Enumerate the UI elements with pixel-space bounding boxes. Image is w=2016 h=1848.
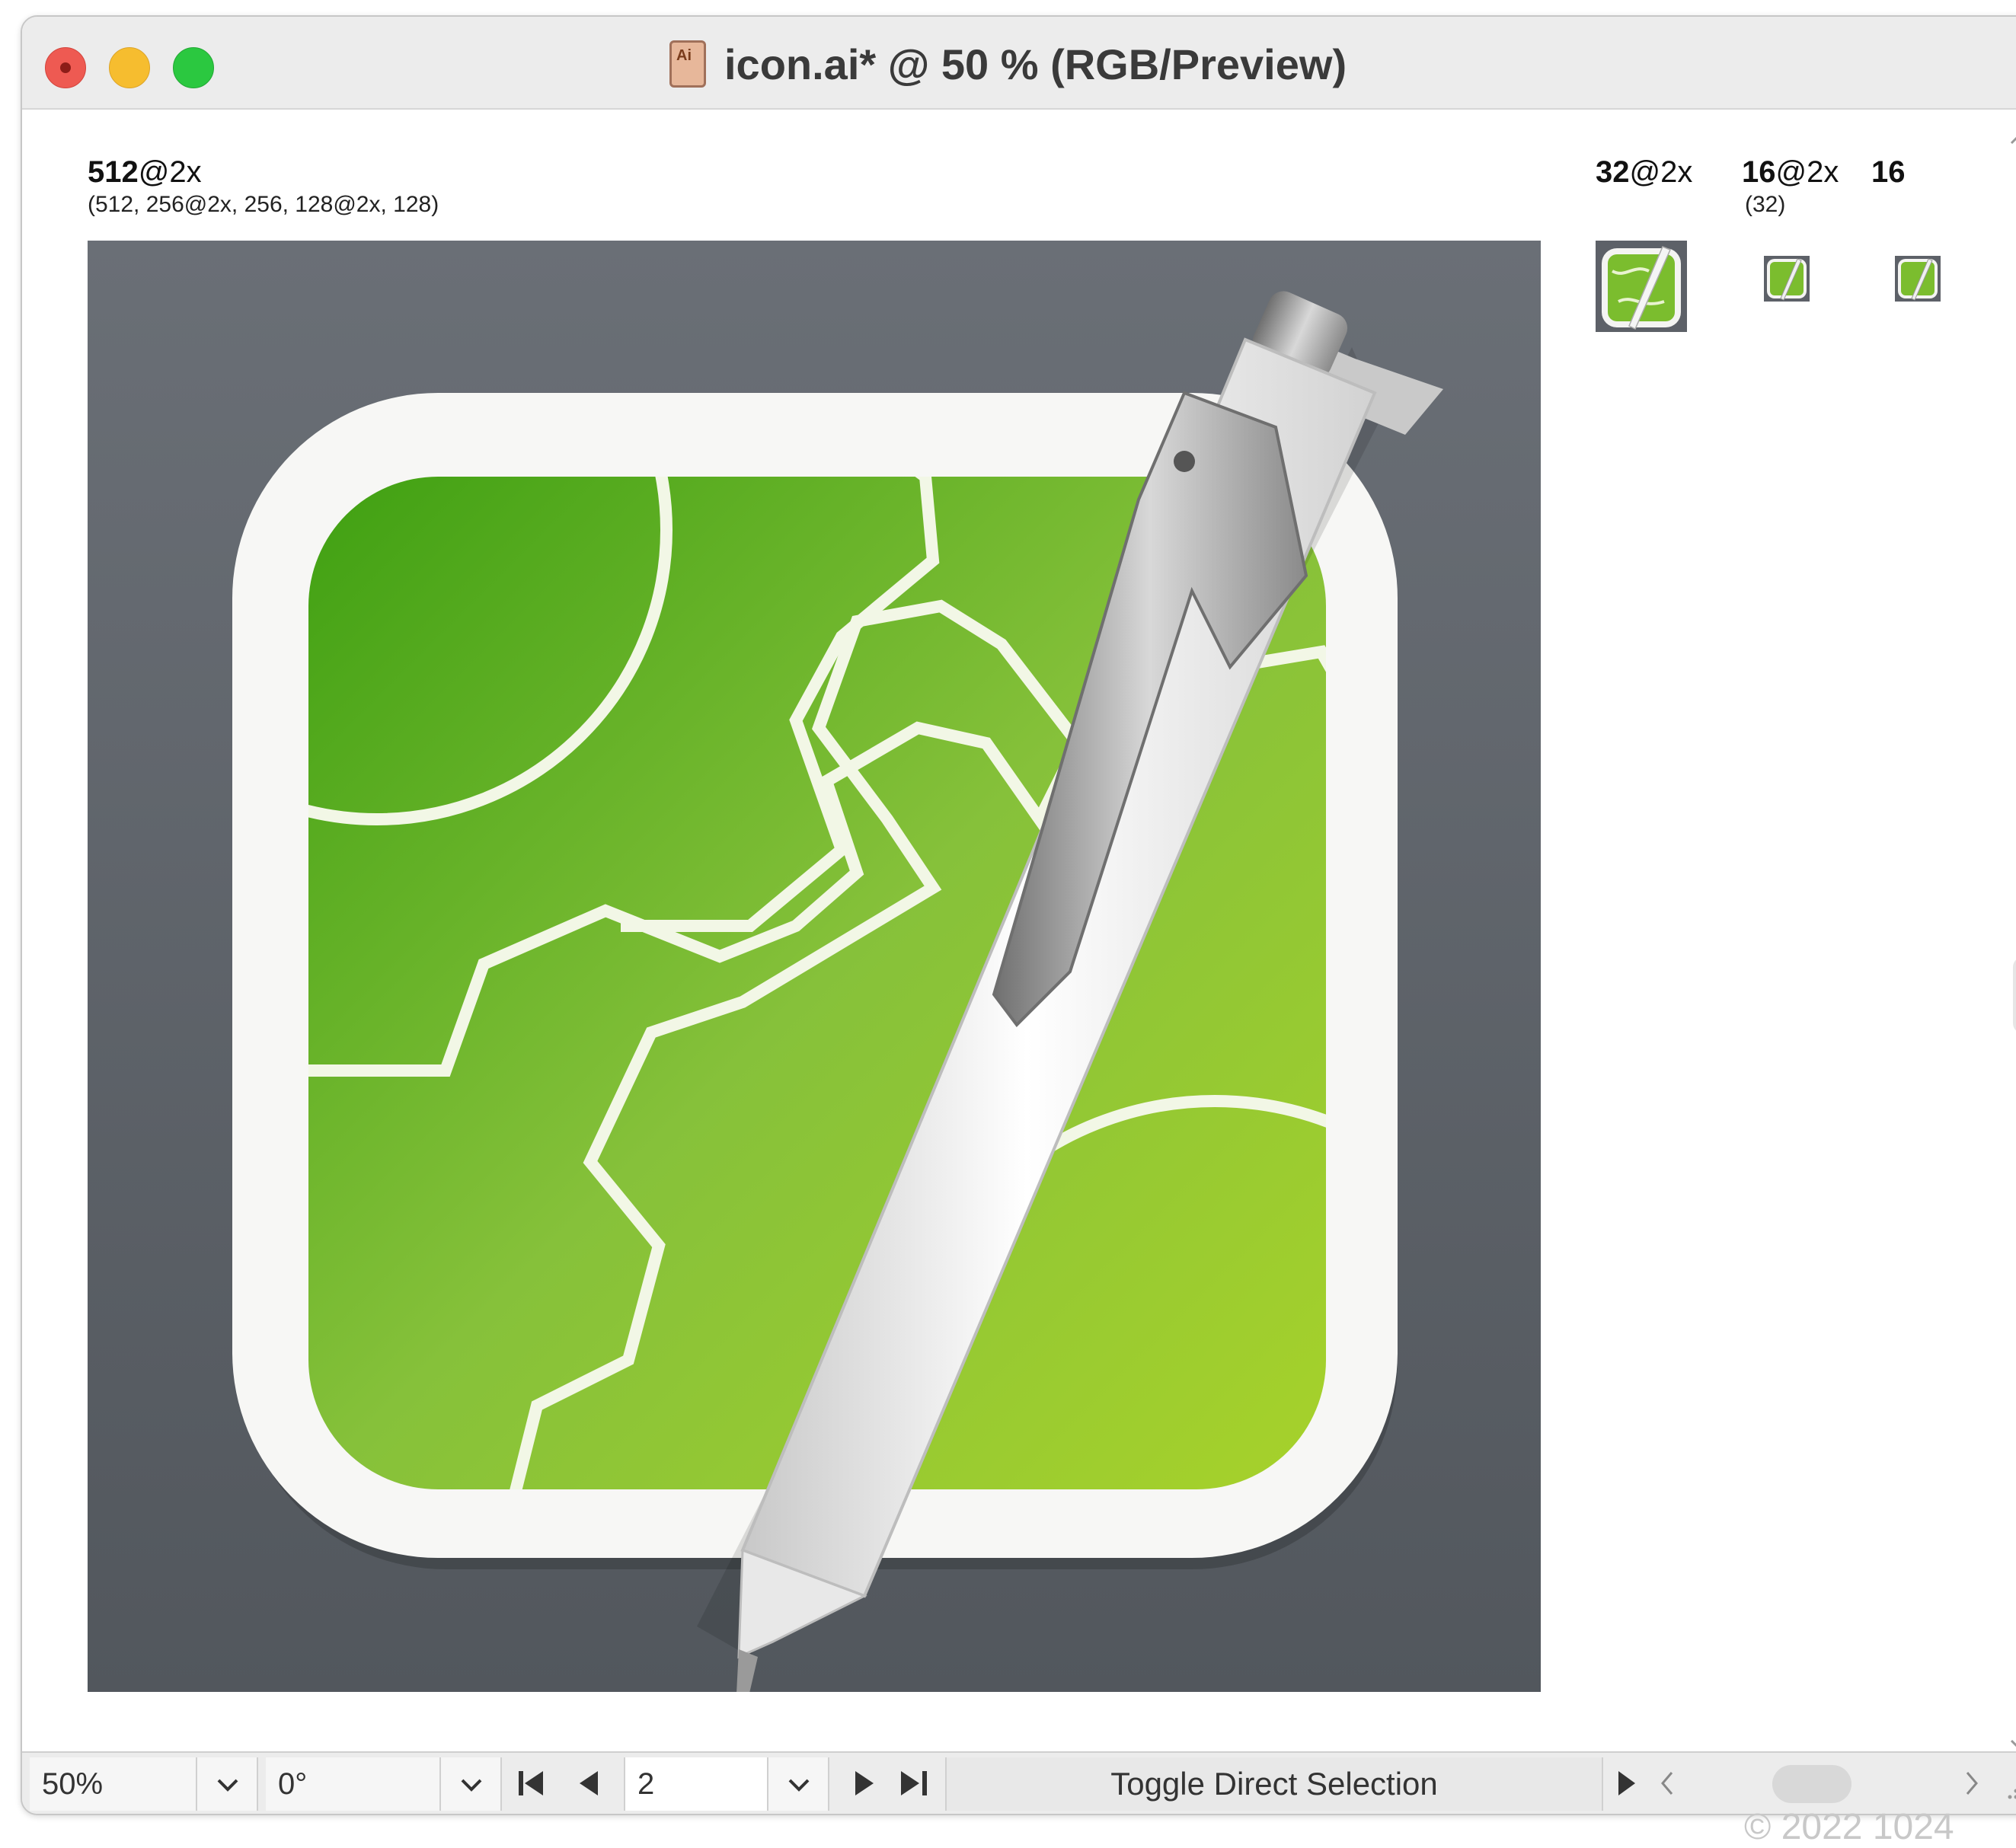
artboard-512-sublabel: (512, 256@2x, 256, 128@2x, 128) [88, 192, 439, 218]
last-artboard-icon[interactable] [890, 1767, 936, 1800]
artboard-size: 512 [88, 155, 139, 189]
chevron-down-icon [197, 1757, 258, 1811]
artboard-32-scale: @2x [1630, 155, 1693, 189]
app-icon-artwork [88, 241, 1541, 1692]
artboard-number-field[interactable]: 2 [624, 1757, 768, 1811]
chevron-down-icon [768, 1757, 829, 1811]
previous-artboard-icon[interactable] [570, 1767, 609, 1800]
artboard-16-label: 16 [1871, 155, 1906, 190]
scroll-left-icon[interactable] [1652, 1767, 1682, 1800]
artboard-512-canvas[interactable] [88, 241, 1541, 1692]
scroll-up-icon[interactable] [2002, 123, 2016, 154]
artboard-32-label: 32@2x [1596, 155, 1692, 190]
artboard-32-2x-canvas[interactable] [1596, 241, 1687, 332]
rotation-dropdown-button[interactable] [441, 1757, 502, 1811]
copyright-watermark: © 2022 1024 [1744, 1806, 1954, 1848]
illustrator-document-window: Ai icon.ai* @ 50 % (RGB/Preview) 512@2x … [21, 15, 2016, 1815]
window-title-group: Ai icon.ai* @ 50 % (RGB/Preview) [669, 34, 1347, 94]
zoom-button[interactable] [173, 47, 214, 88]
app-icon-thumbnail-16 [1895, 256, 1941, 302]
minimize-button[interactable] [109, 47, 150, 88]
artboard-16-canvas[interactable] [1895, 256, 1941, 302]
status-menu-arrow-icon[interactable] [1606, 1767, 1644, 1800]
vertical-scrollbar[interactable] [2002, 123, 2016, 1745]
artboard-16-size: 16 [1871, 155, 1906, 189]
artboard-16-2x-scale: @2x [1776, 155, 1839, 189]
artboard-16-2x-sublabel: (32) [1745, 192, 1785, 218]
artboard-512-label: 512@2x [88, 155, 202, 190]
vertical-scroll-thumb[interactable] [2013, 957, 2016, 1033]
artboard-scale: @2x [139, 155, 202, 189]
illustrator-file-icon: Ai [669, 40, 706, 88]
resize-grip-icon[interactable] [1995, 1768, 2016, 1802]
first-artboard-icon[interactable] [510, 1767, 555, 1800]
app-icon-thumbnail-64 [1596, 241, 1687, 332]
scroll-right-icon[interactable] [1957, 1767, 1987, 1800]
artboard-16-2x-label: 16@2x [1742, 155, 1839, 190]
zoom-level-field[interactable]: 50% [30, 1757, 197, 1811]
artboard-16-2x-size: 16 [1742, 155, 1776, 189]
artboard-32-size: 32 [1596, 155, 1630, 189]
horizontal-scroll-thumb[interactable] [1772, 1765, 1851, 1803]
close-button[interactable] [45, 47, 86, 88]
title-bar: Ai icon.ai* @ 50 % (RGB/Preview) [22, 17, 2016, 110]
app-icon-thumbnail-32 [1764, 256, 1810, 302]
chevron-down-icon [441, 1757, 502, 1811]
zoom-dropdown-button[interactable] [197, 1757, 258, 1811]
artboard-16-2x-canvas[interactable] [1764, 256, 1810, 302]
next-artboard-icon[interactable] [845, 1767, 883, 1800]
close-icon [60, 62, 71, 73]
status-bar: 50% 0° 2 Toggle Direct Selection [22, 1751, 2016, 1815]
window-title: icon.ai* @ 50 % (RGB/Preview) [724, 40, 1347, 89]
rotation-field[interactable]: 0° [266, 1757, 441, 1811]
artboard-dropdown-button[interactable] [768, 1757, 829, 1811]
status-readout: Toggle Direct Selection [945, 1757, 1603, 1811]
